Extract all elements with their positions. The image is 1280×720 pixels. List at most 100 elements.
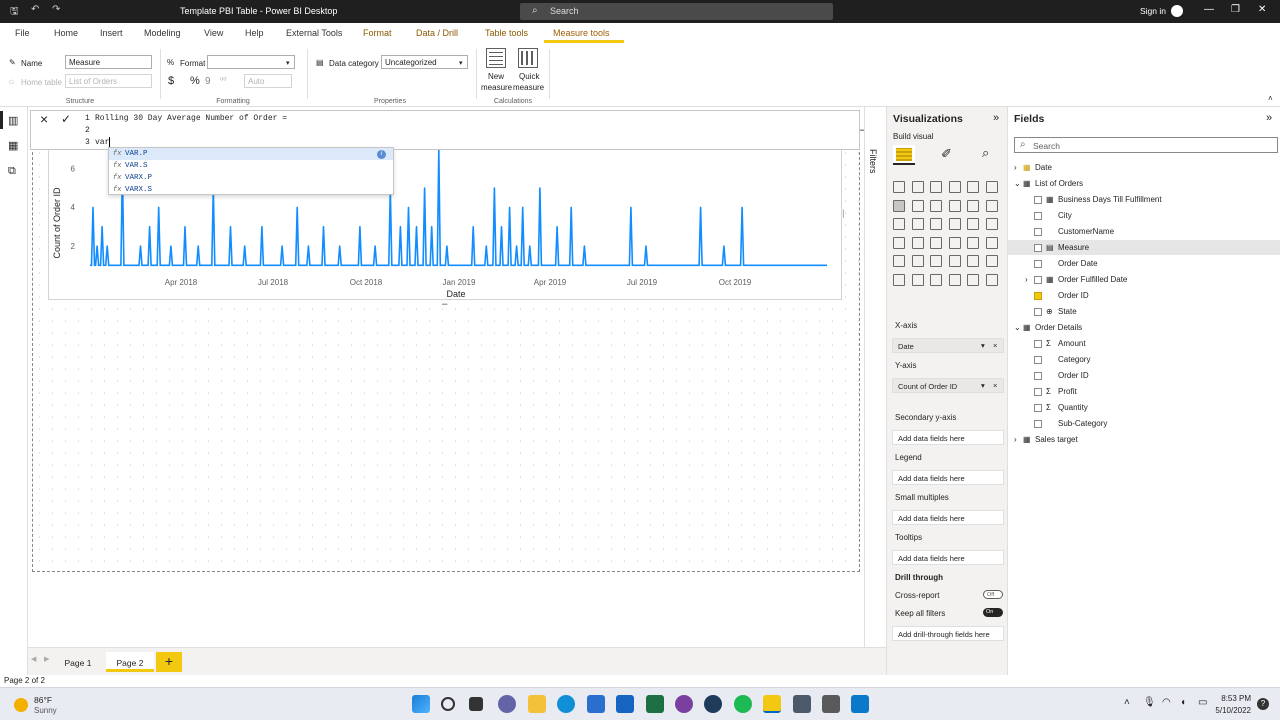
next-page-icon[interactable]: ▶ xyxy=(44,655,49,663)
decomp-tree-visual-icon[interactable] xyxy=(893,273,905,286)
field-options-icon[interactable]: ▾ xyxy=(981,341,985,350)
well-dropzone[interactable]: Add data fields here xyxy=(892,430,1004,445)
remove-field-icon[interactable]: × xyxy=(993,341,997,350)
field-checkbox[interactable] xyxy=(1034,228,1042,236)
save-icon[interactable]: 🖫 xyxy=(10,4,19,21)
stacked-column-visual-icon[interactable] xyxy=(911,181,924,193)
commit-formula-button[interactable]: ✓ xyxy=(61,112,71,126)
field-checkbox[interactable] xyxy=(1034,260,1042,268)
field-checkbox[interactable] xyxy=(1034,212,1042,220)
info-icon[interactable]: i xyxy=(377,150,386,159)
avatar[interactable] xyxy=(1171,5,1183,17)
field-checkbox[interactable] xyxy=(1034,276,1042,284)
chat-icon[interactable] xyxy=(498,695,516,713)
field-name[interactable]: Measure xyxy=(1058,243,1089,252)
autocomplete-list[interactable]: fx VAR.P fx VAR.S fx VARX.P fx VARX.S i xyxy=(108,147,394,195)
table-name[interactable]: Sales target xyxy=(1035,435,1078,444)
format-visual-icon[interactable]: ✐ xyxy=(941,146,952,162)
power-apps-visual-icon[interactable] xyxy=(967,273,979,286)
redo-icon[interactable]: ↷ xyxy=(52,4,60,15)
cancel-formula-button[interactable]: × xyxy=(40,111,48,127)
field-checkbox[interactable] xyxy=(1034,388,1042,396)
field-checkbox[interactable] xyxy=(1034,372,1042,380)
store-icon[interactable] xyxy=(587,695,605,713)
photos-icon[interactable] xyxy=(851,695,869,713)
scatter-visual-icon[interactable] xyxy=(930,218,942,230)
format-select[interactable] xyxy=(207,55,295,69)
search-box[interactable]: ⌕ Search xyxy=(520,3,833,20)
clustered-column-visual-icon[interactable] xyxy=(948,181,961,193)
slicer-visual-icon[interactable] xyxy=(893,255,905,267)
field-checkbox[interactable] xyxy=(1034,356,1042,364)
line-stacked-column-visual-icon[interactable] xyxy=(948,199,961,212)
treemap-visual-icon[interactable] xyxy=(985,218,998,230)
spotify-icon[interactable] xyxy=(734,695,752,713)
minimize-icon[interactable]: — xyxy=(1204,4,1214,15)
menu-file[interactable]: File xyxy=(15,28,30,38)
search-taskbar-icon[interactable] xyxy=(441,697,455,711)
filters-label[interactable]: Filters xyxy=(868,149,878,174)
edge-icon[interactable] xyxy=(557,695,575,713)
restore-icon[interactable]: ❐ xyxy=(1231,4,1240,15)
mail-icon[interactable] xyxy=(616,695,634,713)
page-tab-1[interactable]: Page 1 xyxy=(56,652,100,672)
key-influencers-visual-icon[interactable] xyxy=(985,255,998,267)
field-name[interactable]: Order Date xyxy=(1058,259,1098,268)
pie-visual-icon[interactable] xyxy=(948,218,961,230)
notifications-icon[interactable]: ? xyxy=(1257,698,1269,710)
field-name[interactable]: Order ID xyxy=(1058,371,1089,380)
microphone-icon[interactable]: 🎙 xyxy=(1143,697,1156,708)
decimal-icon[interactable]: ⁰⁰ xyxy=(220,76,226,85)
area-visual-icon[interactable] xyxy=(911,199,924,212)
app-icon[interactable] xyxy=(704,695,722,713)
quick-measure-label-2[interactable]: measure xyxy=(513,83,544,92)
field-name[interactable]: Order Fulfilled Date xyxy=(1058,275,1127,284)
build-visual-tab[interactable] xyxy=(893,145,915,165)
funnel-visual-icon[interactable] xyxy=(911,218,924,230)
keep-filters-toggle[interactable]: On xyxy=(983,608,1003,617)
capture-icon[interactable] xyxy=(822,695,840,713)
decimal-places-input[interactable]: Auto xyxy=(244,74,292,88)
menu-help[interactable]: Help xyxy=(245,28,264,38)
kpi-visual-icon[interactable] xyxy=(985,236,998,249)
autocomplete-item[interactable]: fx VARX.P xyxy=(109,172,393,184)
menu-measure-tools[interactable]: Measure tools xyxy=(553,28,610,38)
stacked-bar-visual-icon[interactable] xyxy=(893,181,905,193)
resize-handle-bottom[interactable]: ▁ xyxy=(442,297,447,305)
collapse-table-icon[interactable]: ⌄ xyxy=(1014,323,1021,332)
autocomplete-item[interactable]: fx VARX.S xyxy=(109,184,393,196)
prev-page-icon[interactable]: ◀ xyxy=(31,655,36,663)
podcast-icon[interactable] xyxy=(675,695,693,713)
100-bar-visual-icon[interactable] xyxy=(967,181,979,193)
weather-condition[interactable]: Sunny xyxy=(34,706,57,715)
data-view-icon[interactable]: ▦ xyxy=(8,139,18,152)
tray-chevron-icon[interactable]: ˄ xyxy=(1124,697,1130,708)
field-checkbox[interactable] xyxy=(1034,196,1042,204)
fields-search-input[interactable]: ⌕ Search xyxy=(1014,137,1278,153)
cross-report-toggle[interactable]: Off xyxy=(983,590,1003,599)
table-name[interactable]: List of Orders xyxy=(1035,179,1083,188)
power-bi-icon[interactable] xyxy=(763,695,781,713)
name-input[interactable]: Measure xyxy=(65,55,152,69)
field-checkbox[interactable] xyxy=(1034,244,1042,252)
qa-visual-icon[interactable] xyxy=(911,273,924,286)
resize-handle-right[interactable]: ▏ xyxy=(843,210,848,218)
notepad-icon[interactable] xyxy=(793,695,811,713)
ribbon-visual-icon[interactable] xyxy=(985,199,998,212)
field-name[interactable]: State xyxy=(1058,307,1077,316)
quick-measure-label-1[interactable]: Quick xyxy=(519,72,539,81)
filled-map-visual-icon[interactable] xyxy=(911,236,924,249)
home-table-select[interactable]: List of Orders xyxy=(65,74,152,88)
menu-modeling[interactable]: Modeling xyxy=(144,28,181,38)
clustered-bar-visual-icon[interactable] xyxy=(930,181,942,193)
analytics-icon[interactable]: ⌕ xyxy=(982,145,989,161)
waterfall-visual-icon[interactable] xyxy=(893,218,905,230)
data-category-select[interactable]: Uncategorized xyxy=(381,55,468,69)
field-name[interactable]: Amount xyxy=(1058,339,1086,348)
narrative-visual-icon[interactable] xyxy=(930,273,942,286)
well-dropzone[interactable]: Add data fields here xyxy=(892,550,1004,565)
field-name[interactable]: Quantity xyxy=(1058,403,1088,412)
map-visual-icon[interactable] xyxy=(893,236,905,249)
menu-data-drill[interactable]: Data / Drill xyxy=(416,28,458,38)
paginated-visual-icon[interactable] xyxy=(948,273,961,286)
